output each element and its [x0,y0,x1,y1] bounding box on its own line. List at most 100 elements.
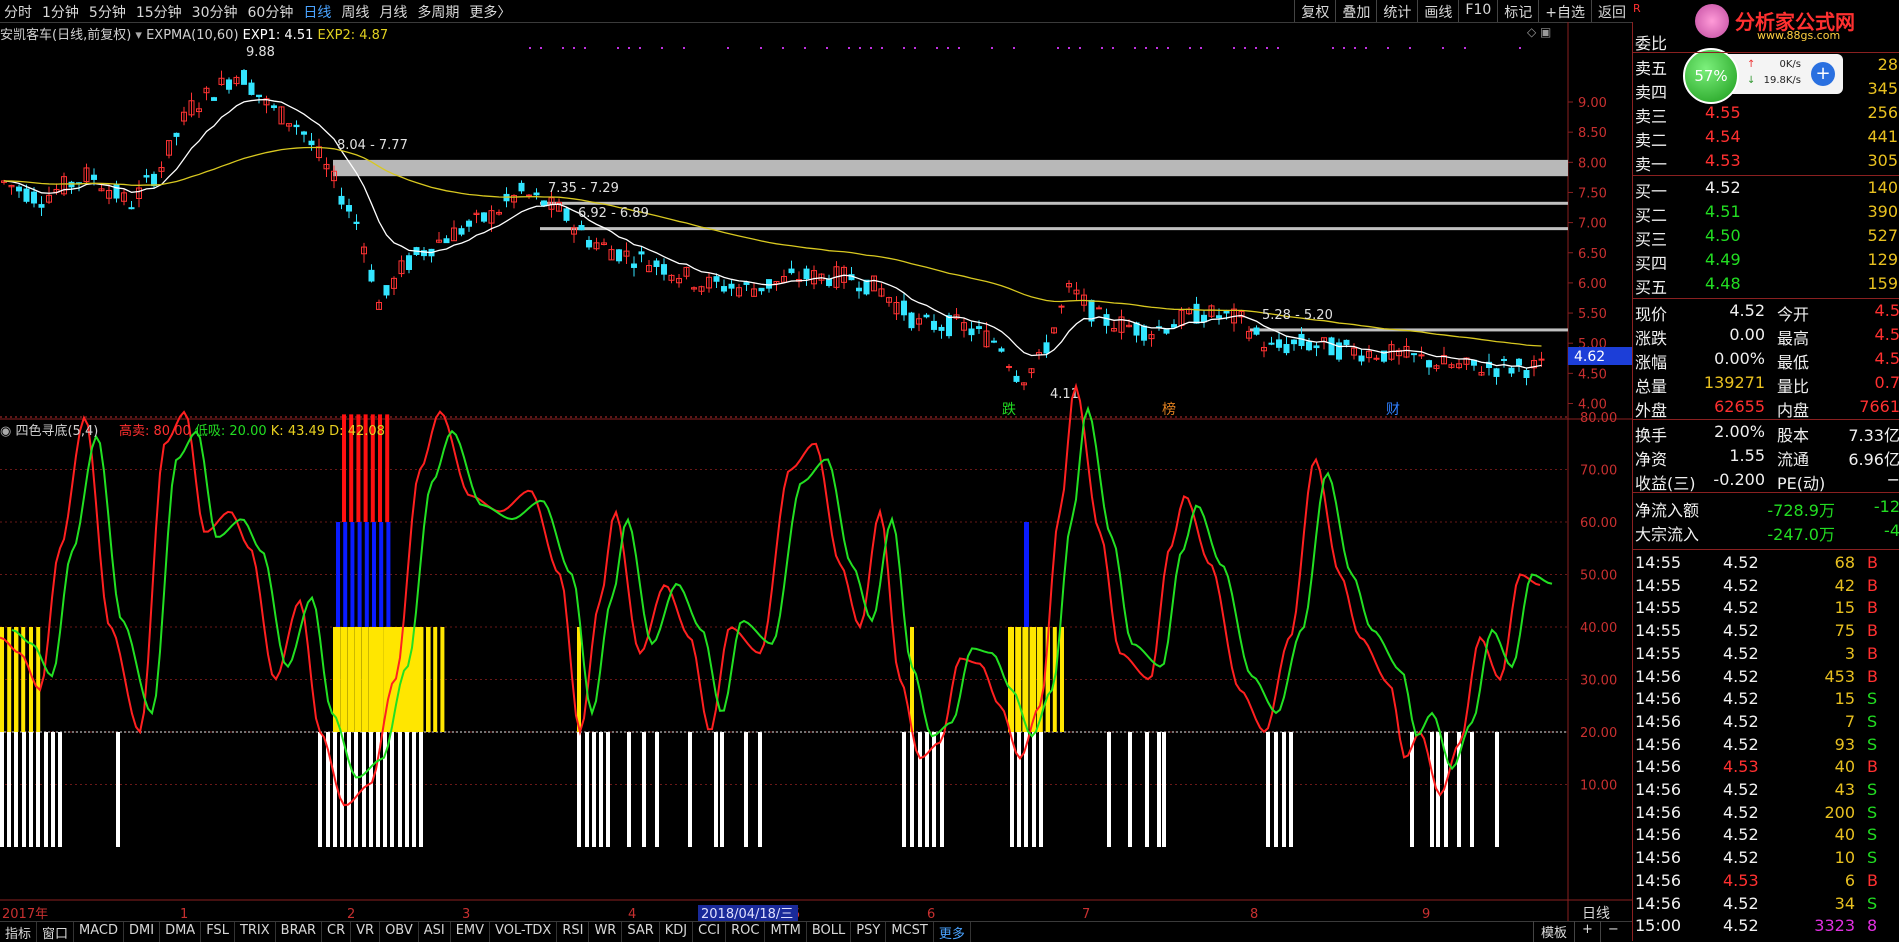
signal-dot [1134,47,1136,49]
bottom-right-buttons: 模板 + − [1533,921,1626,942]
signal-bar-red [385,414,390,522]
buy-row: 买四 4.49 129 [1635,249,1899,273]
candle-body [638,251,645,255]
signal-dot [760,47,762,49]
signal-bar [720,732,724,847]
indicator-tab-3[interactable]: DMI [124,922,161,942]
indicator-tab-4[interactable]: DMA [160,922,202,942]
period-tab-4[interactable]: 30分钟 [188,0,244,22]
signal-dot [573,47,575,49]
indicator-tab-23[interactable]: MCST [886,922,934,942]
candle-body [968,328,975,336]
indicator-tab-5[interactable]: FSL [201,922,235,942]
stock-title[interactable]: 安凯客车(日线,前复权) [0,28,131,43]
signal-bar [577,732,581,847]
candle-body [338,195,345,205]
signal-dot [914,47,916,49]
tick-time: 14:56 [1635,734,1682,754]
bottom-right-button-2[interactable]: − [1599,921,1626,942]
toolbar-button-2[interactable]: 统计 [1376,0,1417,22]
indicator-tab-13[interactable]: VOL-TDX [490,922,558,942]
tick-price: 4.52 [1723,916,1759,936]
indicator-tab-24[interactable]: 更多 [934,922,971,942]
tick-side: B [1867,870,1878,890]
indicator-tab-18[interactable]: CCI [693,922,727,942]
indicator-tab-1[interactable]: 窗口 [37,922,75,942]
indicator-tab-10[interactable]: OBV [380,922,419,942]
signal-bar [58,732,62,847]
period-tab-0[interactable]: 分时 [0,0,38,22]
collapse-icon[interactable]: ◉ [0,424,11,439]
indicator-tab-12[interactable]: EMV [451,922,491,942]
period-tab-8[interactable]: 月线 [375,0,413,22]
candle-body [226,79,232,90]
exp1-line [3,98,1542,369]
candle-body [758,287,765,292]
indicator-tab-7[interactable]: BRAR [276,922,323,942]
indicator-tab-20[interactable]: MTM [765,922,807,942]
sub-indicator-name[interactable]: 四色寻底(5,4) [15,424,98,439]
indicator-tab-2[interactable]: MACD [74,922,124,942]
candle-body [1313,345,1320,349]
toolbar-button-7[interactable]: 返回 [1591,0,1632,22]
chart-window-icons[interactable]: ◇ ▣ [1527,25,1551,39]
period-tab-6[interactable]: 日线 [299,0,337,22]
tick-time: 14:56 [1635,825,1682,845]
bottom-right-button-0[interactable]: 模板 [1533,921,1574,942]
indicator-tab-17[interactable]: KDJ [660,922,694,942]
indicator-tab-22[interactable]: PSY [851,922,887,942]
indicator-tab-6[interactable]: TRIX [235,922,276,942]
signal-bar-yellow [1015,627,1020,732]
event-marker[interactable]: 榜 [1162,401,1176,418]
sell-volume: 28 [1877,55,1898,74]
toolbar-button-4[interactable]: F10 [1458,0,1497,22]
x-axis-label: 6 [927,907,935,921]
indicator-tab-21[interactable]: BOLL [807,922,852,942]
period-tab-5[interactable]: 60分钟 [244,0,300,22]
signal-dot [529,47,531,49]
chart-canvas[interactable]: 9.008.508.007.507.006.506.005.505.004.50… [0,22,1632,921]
candle-body [1418,354,1425,357]
indicator-tab-14[interactable]: RSI [557,922,590,942]
indicator-name[interactable]: EXPMA(10,60) [146,28,238,43]
bottom-right-button-1[interactable]: + [1574,921,1600,942]
flow-value: -247.0万 [1767,525,1835,544]
period-tab-1[interactable]: 1分钟 [38,0,85,22]
candle-body [1523,370,1530,378]
period-tab-3[interactable]: 15分钟 [132,0,188,22]
k-value: 43.49 [287,424,326,439]
indicator-tab-8[interactable]: CR [322,922,352,942]
tick-volume: 10 [1834,848,1855,868]
tick-volume: 40 [1834,825,1855,845]
period-label[interactable]: 日线 [1582,906,1610,921]
signal-bar [1145,732,1149,847]
toolbar-button-0[interactable]: 复权 [1294,0,1335,22]
candle-body [151,173,157,187]
d-line [11,405,1553,779]
toolbar-button-6[interactable]: +自选 [1538,0,1591,22]
toolbar-button-3[interactable]: 画线 [1417,0,1458,22]
event-marker[interactable]: 跌 [1002,402,1016,418]
indicator-tab-9[interactable]: VR [351,922,381,942]
indicator-tab-16[interactable]: SAR [622,922,660,942]
indicator-tab-19[interactable]: ROC [726,922,766,942]
tick-side: B [1867,643,1878,663]
indicator-tab-15[interactable]: WR [589,922,623,942]
event-marker[interactable]: 财 [1386,402,1400,418]
period-tab-7[interactable]: 周线 [337,0,375,22]
period-tab-9[interactable]: 多周期 [413,0,465,22]
toolbar-button-5[interactable]: 标记 [1497,0,1538,22]
toolbar-button-1[interactable]: 叠加 [1335,0,1376,22]
indicator-tab-0[interactable]: 指标 [0,922,38,942]
dropdown-icon[interactable]: ▾ [135,28,142,43]
tick-side: S [1867,893,1878,913]
period-tab-10[interactable]: 更多〉 [465,0,517,22]
indicator-tab-11[interactable]: ASI [419,922,451,942]
stat2-label-2: PE(动) [1777,474,1826,493]
period-tab-2[interactable]: 5分钟 [85,0,132,22]
candle-body [863,279,870,295]
flow-label: 净流入额 [1635,501,1700,520]
candle-body [308,140,315,146]
tick-row: 14:56 4.52 34 S [1635,893,1899,915]
candle-body [518,182,525,192]
